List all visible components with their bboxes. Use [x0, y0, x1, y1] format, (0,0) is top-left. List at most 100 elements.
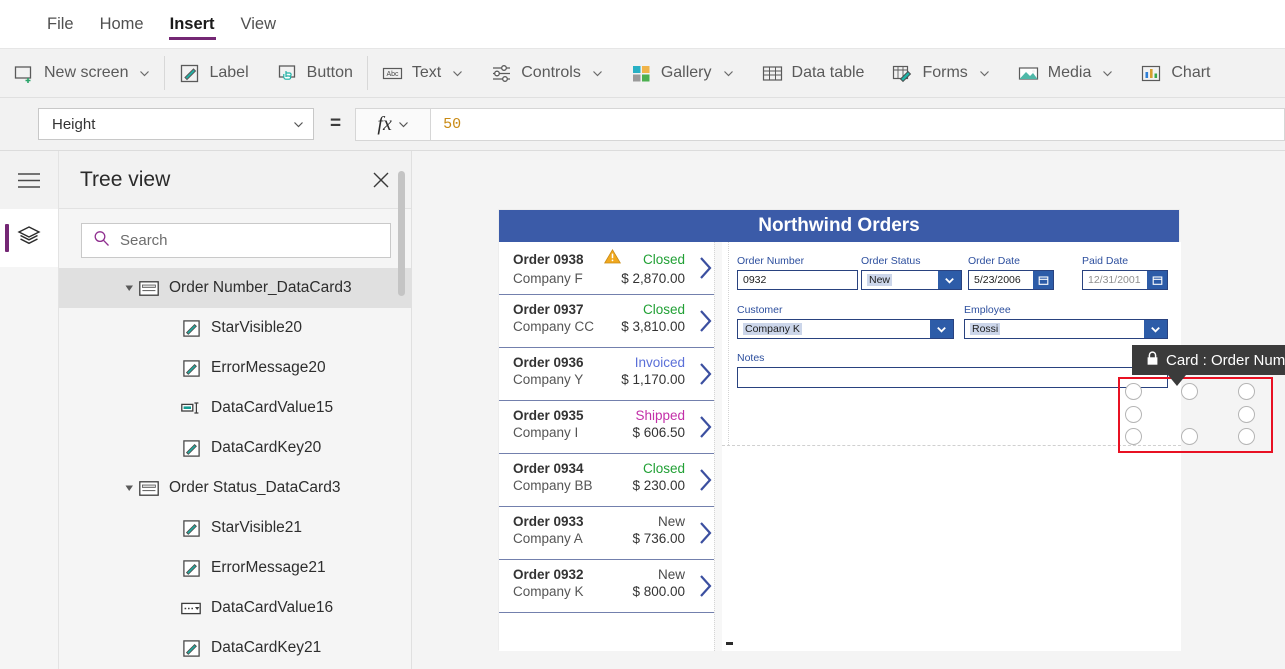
gallery-row[interactable]: Order 0935 Shipped Company I $ 606.50 [499, 401, 721, 454]
chevron-down-icon [1103, 70, 1113, 76]
order-status-dropdown[interactable]: New [861, 270, 962, 290]
ribbon-label-control[interactable]: Label [165, 49, 262, 97]
tree-item-errormessage21[interactable]: ErrorMessage21 [59, 548, 411, 588]
menu-tab-view[interactable]: View [228, 0, 289, 48]
chevron-down-icon[interactable] [1144, 320, 1167, 338]
field-value: Company K [743, 323, 802, 335]
selection-handle-e[interactable] [1238, 406, 1255, 423]
card-order-date[interactable]: Order Date 5/23/2006 [968, 255, 1054, 290]
tree-view-scrollbar[interactable] [398, 171, 405, 296]
order-id: Order 0936 [513, 355, 584, 370]
ribbon-button-control[interactable]: Button [263, 49, 367, 97]
chevron-down-icon[interactable] [930, 320, 953, 338]
design-canvas[interactable]: Northwind Orders Order 0938 Closed Company… [412, 151, 1285, 669]
property-selector[interactable]: Height [38, 108, 314, 140]
selection-handle-s[interactable] [1181, 428, 1198, 445]
order-amount: $ 230.00 [632, 478, 685, 493]
tree-item-datacardkey21[interactable]: DataCardKey21 [59, 628, 411, 666]
rail-button-tree-view[interactable] [0, 209, 58, 267]
fx-label: fx [377, 112, 392, 135]
ribbon-gallery[interactable]: Gallery [617, 49, 748, 97]
search-box[interactable] [81, 223, 391, 258]
twisty[interactable] [120, 284, 138, 293]
order-id: Order 0938 [513, 251, 584, 267]
card-order-status[interactable]: Order Status New [861, 255, 962, 290]
ribbon-new-screen[interactable]: New screen [0, 49, 164, 97]
formula-input[interactable]: 50 [431, 107, 1285, 141]
tree-item-order-status-datacard3[interactable]: Order Status_DataCard3 [59, 468, 411, 508]
tree-item-datacardvalue16[interactable]: DataCardValue16 [59, 588, 411, 628]
field-label: Employee [964, 304, 1011, 316]
data-table-icon [762, 63, 783, 84]
ribbon-label: Button [306, 64, 353, 81]
chevron-right-icon[interactable] [698, 468, 713, 492]
tree-item-errormessage20[interactable]: ErrorMessage20 [59, 348, 411, 388]
selection-handle-ne[interactable] [1238, 383, 1255, 400]
tree-item-order-number-datacard3[interactable]: Order Number_DataCard3 [59, 268, 411, 308]
chevron-right-icon[interactable] [698, 362, 713, 386]
paid-date-input[interactable]: 12/31/2001 [1082, 270, 1168, 290]
ribbon-media[interactable]: Media [1004, 49, 1128, 97]
ribbon-chart[interactable]: Chart [1127, 49, 1224, 97]
employee-dropdown[interactable]: Rossi [964, 319, 1168, 339]
order-number-input[interactable]: 0932 [737, 270, 858, 290]
gallery-row[interactable]: Order 0937 Closed Company CC $ 3,810.00 [499, 295, 721, 348]
fx-expand-button[interactable]: fx [355, 107, 432, 141]
field-label: Order Date [968, 255, 1020, 267]
customer-dropdown[interactable]: Company K [737, 319, 954, 339]
calendar-icon[interactable] [1033, 271, 1053, 289]
tree-item-starvisible21[interactable]: StarVisible21 [59, 508, 411, 548]
chevron-right-icon[interactable] [698, 415, 713, 439]
ribbon-forms[interactable]: Forms [878, 49, 1003, 97]
selection-handle-sw[interactable] [1125, 428, 1142, 445]
chevron-down-icon[interactable] [938, 271, 961, 289]
form-resize-handle[interactable] [726, 642, 733, 645]
order-amount: $ 3,810.00 [621, 319, 685, 334]
card-notes[interactable]: Notes [737, 352, 1168, 388]
selection-handle-se[interactable] [1238, 428, 1255, 445]
selection-handle-nw[interactable] [1125, 383, 1142, 400]
search-container [59, 209, 411, 268]
gallery-row[interactable]: Order 0932 New Company K $ 800.00 [499, 560, 721, 613]
ribbon-label: Data table [791, 64, 865, 81]
twisty[interactable] [120, 484, 138, 493]
tree-item-datacardkey20[interactable]: DataCardKey20 [59, 428, 411, 468]
ribbon-text[interactable]: Abc Text [368, 49, 477, 97]
tree-item-starvisible20[interactable]: StarVisible20 [59, 308, 411, 348]
gallery-scrollbar[interactable] [714, 242, 722, 651]
ribbon-controls[interactable]: Controls [477, 49, 617, 97]
order-date-input[interactable]: 5/23/2006 [968, 270, 1054, 290]
order-form: Order Number 0932 Order Status New Order… [722, 242, 1181, 651]
ribbon-toolbar: New screen Label Button Abc Text Control… [0, 48, 1285, 98]
calendar-icon[interactable] [1147, 271, 1167, 289]
menu-tab-insert[interactable]: Insert [157, 0, 228, 48]
gallery-row[interactable]: Order 0934 Closed Company BB $ 230.00 [499, 454, 721, 507]
formula-value: 50 [443, 115, 462, 133]
close-icon[interactable] [370, 169, 392, 191]
gallery-row[interactable]: Order 0933 New Company A $ 736.00 [499, 507, 721, 560]
chevron-right-icon[interactable] [698, 309, 713, 333]
menu-tab-file[interactable]: File [34, 0, 87, 48]
card-order-number[interactable]: Order Number 0932 [737, 255, 858, 290]
order-amount: $ 800.00 [632, 584, 685, 599]
order-id: Order 0937 [513, 302, 584, 317]
menu-tab-label: View [240, 14, 277, 33]
gallery-row[interactable]: Order 0938 Closed Company F $ 2,870.00 [499, 242, 721, 295]
search-input[interactable] [120, 232, 379, 249]
gallery-row[interactable]: Order 0936 Invoiced Company Y $ 1,170.00 [499, 348, 721, 401]
chevron-right-icon[interactable] [698, 256, 713, 280]
hamburger-icon[interactable] [0, 151, 58, 209]
selection-handle-w[interactable] [1125, 406, 1142, 423]
menu-bar: File Home Insert View [0, 0, 1285, 48]
chart-bars-icon [1141, 63, 1162, 84]
card-employee[interactable]: Employee Rossi [964, 304, 1168, 339]
menu-tab-home[interactable]: Home [87, 0, 157, 48]
field-value: Rossi [970, 323, 1001, 335]
card-paid-date[interactable]: Paid Date 12/31/2001 [1082, 255, 1168, 290]
notes-input[interactable] [737, 367, 1168, 388]
chevron-right-icon[interactable] [698, 521, 713, 545]
card-customer[interactable]: Customer Company K [737, 304, 954, 339]
ribbon-data-table[interactable]: Data table [748, 49, 879, 97]
tree-item-datacardvalue15[interactable]: DataCardValue15 [59, 388, 411, 428]
chevron-right-icon[interactable] [698, 574, 713, 598]
